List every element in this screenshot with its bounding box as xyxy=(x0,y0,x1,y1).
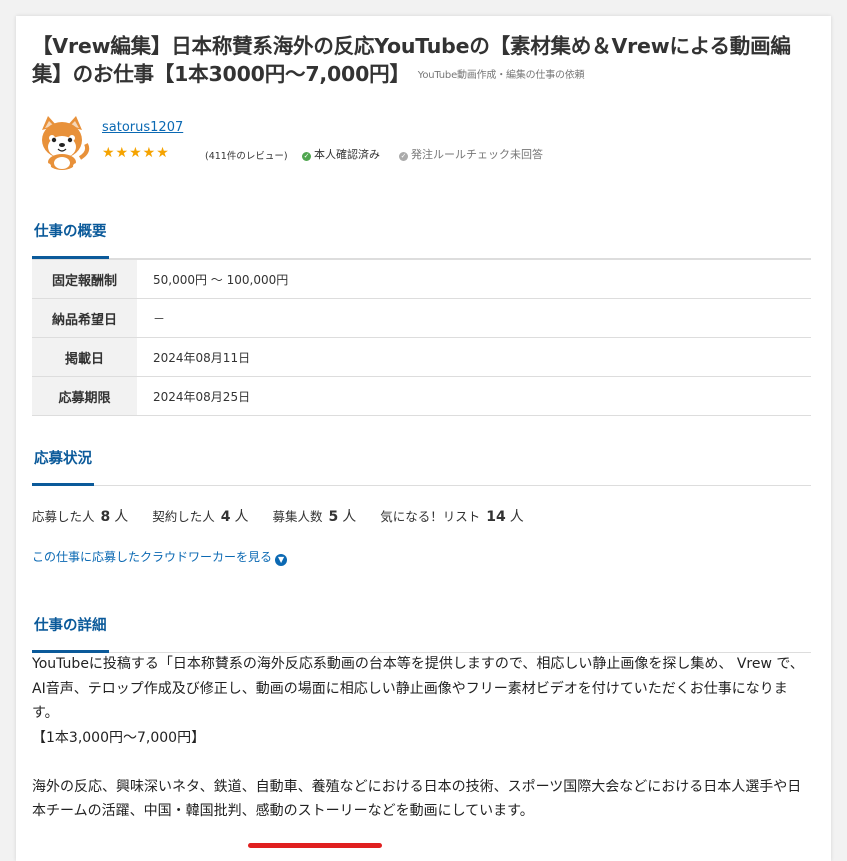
client-username-link[interactable]: satorus1207 xyxy=(102,120,183,135)
identity-verified-text: 本人確認済み xyxy=(314,148,380,161)
status-count: 8 xyxy=(100,509,111,525)
job-title-text: 【Vrew編集】日本称賛系海外の反応YouTubeの【素材集め＆Vrewによる動… xyxy=(32,34,791,86)
review-count-link[interactable]: (411件のレビュー) xyxy=(205,148,288,162)
status-label: 応募した人 xyxy=(32,509,95,524)
identity-verified-badge: ✓ 本人確認済み xyxy=(302,146,380,162)
details-section-header: 仕事の詳細 xyxy=(32,612,811,653)
table-row: 掲載日 2024年08月11日 xyxy=(32,337,811,377)
table-key: 応募期限 xyxy=(32,376,137,416)
table-value: 2024年08月11日 xyxy=(137,337,811,377)
status-applied: 応募した人 8 人 xyxy=(32,509,129,525)
overview-heading: 仕事の概要 xyxy=(32,218,109,259)
details-heading: 仕事の詳細 xyxy=(32,612,109,653)
description-text: 、感動のストーリーなどを動画にしています。 xyxy=(241,803,534,819)
table-value: 50,000円 ～ 100,000円 xyxy=(137,259,811,299)
status-unit: 人 xyxy=(342,509,357,525)
status-label: 募集人数 xyxy=(272,509,323,524)
table-row: 納品希望日 － xyxy=(32,298,811,338)
overview-table: 固定報酬制 50,000円 ～ 100,000円 納品希望日 － 掲載日 202… xyxy=(32,259,811,416)
job-description: YouTubeに投稿する「日本称賛系の海外反応系動画の台本等を提供しますので、相… xyxy=(32,652,813,824)
client-info: satorus1207 ★★★★★ (411件のレビュー) ✓ 本人確認済み ✓ 発… xyxy=(32,112,811,176)
description-spacer xyxy=(32,750,813,775)
rule-check-text: 発注ルールチェック未回答 xyxy=(411,148,543,161)
rating-stars-icon: ★★★★★ xyxy=(102,145,170,161)
status-count: 4 xyxy=(220,509,231,525)
table-row: 応募期限 2024年08月25日 xyxy=(32,376,811,416)
highlighted-text: 中国・韓国批判 xyxy=(143,803,242,819)
status-heading: 応募状況 xyxy=(32,445,94,486)
description-paragraph: YouTubeに投稿する「日本称賛系の海外反応系動画の台本等を提供しますので、相… xyxy=(32,656,804,721)
table-key: 掲載日 xyxy=(32,337,137,377)
status-count: 14 xyxy=(486,509,506,525)
table-key: 固定報酬制 xyxy=(32,259,137,299)
job-title: 【Vrew編集】日本称賛系海外の反応YouTubeの【素材集め＆Vrewによる動… xyxy=(32,32,815,90)
table-value: 2024年08月25日 xyxy=(137,376,811,416)
check-circle-icon: ✓ xyxy=(302,152,311,161)
status-unit: 人 xyxy=(509,509,524,525)
table-row: 固定報酬制 50,000円 ～ 100,000円 xyxy=(32,259,811,299)
table-value: － xyxy=(137,298,811,338)
overview-section-header: 仕事の概要 xyxy=(32,218,811,259)
avatar[interactable] xyxy=(32,112,92,172)
red-underline-annotation xyxy=(248,843,382,848)
check-circle-icon: ✓ xyxy=(399,152,408,161)
status-section-header: 応募状況 xyxy=(32,445,811,486)
status-recruiting: 募集人数 5 人 xyxy=(272,509,357,525)
chevron-down-icon[interactable]: ▼ xyxy=(275,554,288,566)
status-label: 契約した人 xyxy=(152,509,215,524)
application-status: 応募した人 8 人 契約した人 4 人 募集人数 5 人 気になる！リスト 14 人 xyxy=(32,506,544,526)
status-contracted: 契約した人 4 人 xyxy=(152,509,249,525)
status-count: 5 xyxy=(328,509,339,525)
see-applicants-link[interactable]: この仕事に応募したクラウドワーカーを見る ▼ xyxy=(32,548,288,566)
rule-check-badge[interactable]: ✓ 発注ルールチェック未回答 xyxy=(399,146,543,162)
job-card: 【Vrew編集】日本称賛系海外の反応YouTubeの【素材集め＆Vrewによる動… xyxy=(16,16,831,861)
job-category[interactable]: YouTube動画作成・編集の仕事の依頼 xyxy=(418,70,585,81)
table-key: 納品希望日 xyxy=(32,298,137,338)
status-label: 気になる！リスト xyxy=(380,509,481,524)
status-unit: 人 xyxy=(114,509,129,525)
description-paragraph: 海外の反応、興味深いネタ、鉄道、自動車、養殖などにおける日本の技術、スポーツ国際… xyxy=(32,775,813,824)
description-price: 【1本3,000円～7,000円】 xyxy=(32,729,206,746)
status-favorites: 気になる！リスト 14 人 xyxy=(380,509,524,525)
status-unit: 人 xyxy=(234,509,249,525)
see-applicants-text[interactable]: この仕事に応募したクラウドワーカーを見る xyxy=(32,550,272,564)
